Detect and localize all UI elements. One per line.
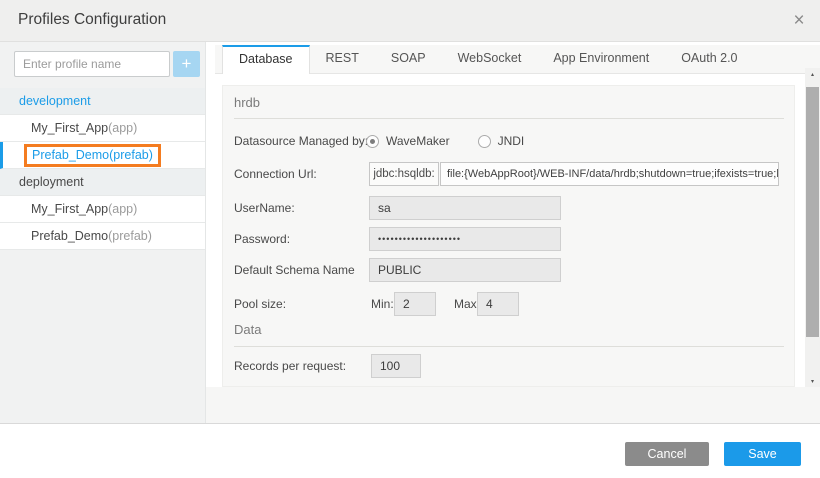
sidebar-item-prefab-demo-deploy[interactable]: Prefab_Demo (prefab) [0, 223, 205, 250]
sidebar-group-development[interactable]: development [0, 88, 205, 115]
tab-app-environment[interactable]: App Environment [537, 45, 665, 73]
section-heading-data: Data [234, 322, 261, 337]
tab-websocket[interactable]: WebSocket [442, 45, 538, 73]
tab-database[interactable]: Database [222, 45, 310, 74]
profile-type-suffix: (app) [108, 121, 137, 135]
connection-url-input[interactable]: file:{WebAppRoot}/WEB-INF/data/hrdb;shut… [440, 162, 779, 186]
profile-type-suffix: (app) [108, 202, 137, 216]
tab-bar: Database REST SOAP WebSocket App Environ… [215, 45, 820, 74]
schema-input[interactable] [369, 258, 561, 282]
content-bottom-strip [206, 387, 820, 423]
profile-name: Prefab_Demo [32, 148, 109, 162]
radio-wavemaker-label: WaveMaker [386, 134, 450, 148]
title-bar: Profiles Configuration × [0, 0, 820, 42]
tab-oauth[interactable]: OAuth 2.0 [665, 45, 753, 73]
schema-label: Default Schema Name [234, 263, 355, 277]
cancel-button[interactable]: Cancel [625, 442, 709, 466]
username-label: UserName: [234, 201, 295, 215]
connection-url-label: Connection Url: [234, 167, 317, 181]
main-pane: Database REST SOAP WebSocket App Environ… [206, 42, 820, 387]
datasource-radio-group: WaveMaker JNDI [366, 134, 524, 148]
profile-name: My_First_App [31, 121, 108, 135]
radio-wavemaker[interactable] [366, 135, 379, 148]
radio-jndi-label: JNDI [498, 134, 525, 148]
section-heading-hrdb: hrdb [234, 95, 260, 110]
sidebar-group-deployment[interactable]: deployment [0, 169, 205, 196]
profiles-sidebar: + development My_First_App(app) Prefab_D… [0, 42, 206, 423]
profiles-configuration-dialog: Profiles Configuration × + development M… [0, 0, 820, 478]
pool-min-input[interactable] [394, 292, 436, 316]
dialog-footer: Cancel Save [0, 423, 820, 478]
profile-name-input[interactable] [14, 51, 170, 77]
save-button[interactable]: Save [724, 442, 801, 466]
close-icon[interactable]: × [786, 8, 812, 34]
section-divider [234, 346, 784, 347]
section-divider [234, 118, 784, 119]
tab-rest[interactable]: REST [310, 45, 375, 73]
sidebar-item-my-first-app-dev[interactable]: My_First_App(app) [0, 115, 205, 142]
sidebar-item-prefab-demo-dev[interactable]: Prefab_Demo (prefab) [0, 142, 205, 169]
password-label: Password: [234, 232, 290, 246]
password-input[interactable] [369, 227, 561, 251]
database-form-panel: hrdb Datasource Managed by: WaveMaker JN… [222, 85, 795, 387]
connection-url-prefix: jdbc:hsqldb: [369, 162, 439, 186]
profile-name: Prefab_Demo [31, 229, 108, 243]
pool-min-label: Min: [371, 297, 394, 311]
tab-soap[interactable]: SOAP [375, 45, 442, 73]
selection-highlight-box: Prefab_Demo (prefab) [24, 144, 161, 167]
username-input[interactable] [369, 196, 561, 220]
sidebar-item-my-first-app-deploy[interactable]: My_First_App(app) [0, 196, 205, 223]
add-profile-button[interactable]: + [173, 51, 200, 77]
datasource-label: Datasource Managed by: [234, 134, 368, 148]
profile-list: development My_First_App(app) Prefab_Dem… [0, 88, 205, 250]
dialog-title: Profiles Configuration [18, 11, 166, 29]
profile-type-suffix: (prefab) [109, 148, 153, 162]
scrollbar-thumb[interactable] [806, 87, 819, 337]
profile-name: My_First_App [31, 202, 108, 216]
profile-type-suffix: (prefab) [108, 229, 152, 243]
scroll-up-icon[interactable]: ▴ [805, 68, 820, 83]
pool-size-label: Pool size: [234, 297, 286, 311]
records-per-request-input[interactable] [371, 354, 421, 378]
records-per-request-label: Records per request: [234, 359, 346, 373]
radio-jndi[interactable] [478, 135, 491, 148]
pool-max-input[interactable] [477, 292, 519, 316]
vertical-scrollbar[interactable]: ▴ ▾ [805, 68, 820, 390]
